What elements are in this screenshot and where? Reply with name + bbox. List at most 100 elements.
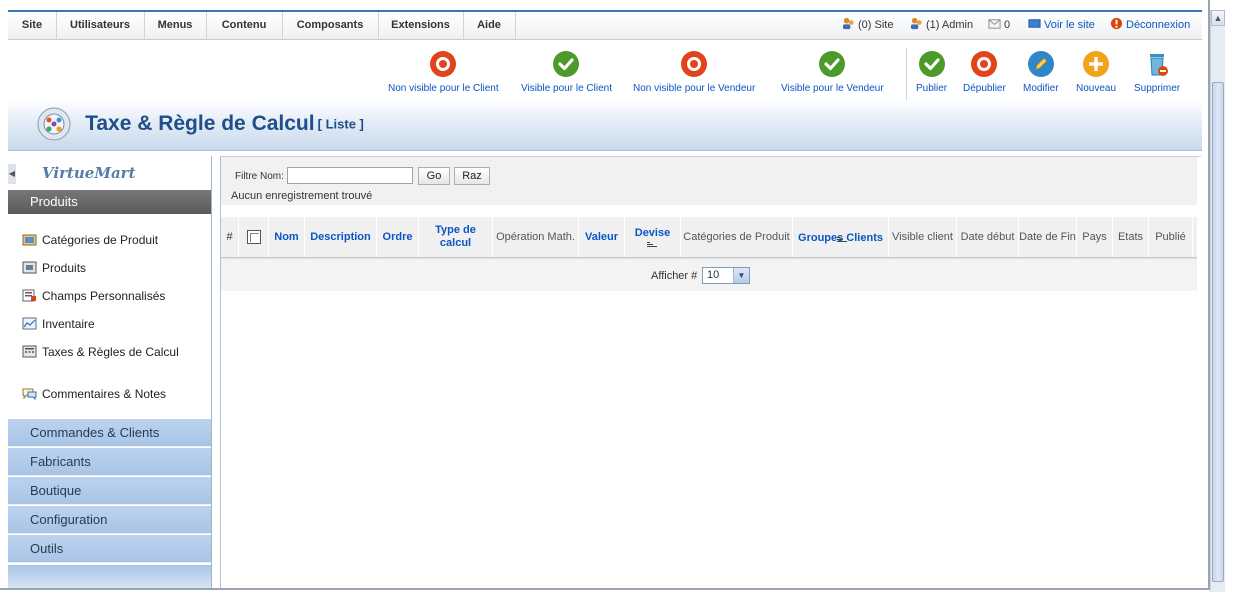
column-states: Etats	[1113, 217, 1149, 257]
custom-fields-icon	[22, 289, 36, 302]
hide-from-client-button[interactable]: Non visible pour le Client	[388, 50, 499, 94]
hide-from-vendor-label: Non visible pour le Vendeur	[633, 83, 756, 94]
tax-calculator-icon	[22, 345, 37, 358]
go-button[interactable]: Go	[418, 167, 450, 185]
sidebar-section-shop[interactable]: Boutique	[8, 477, 211, 505]
sidebar-item-label: Champs Personnalisés	[42, 289, 166, 303]
vertical-scrollbar[interactable]: ▲	[1210, 10, 1225, 592]
column-customer-groups[interactable]: Groupes Clients	[793, 217, 889, 257]
show-to-vendor-button[interactable]: Visible pour le Vendeur	[781, 50, 884, 94]
display-count-label: Afficher #	[651, 270, 698, 282]
unpublish-button[interactable]: Dépublier	[963, 50, 1006, 94]
collapse-sidebar-handle[interactable]: ◀	[8, 164, 16, 184]
sidebar: ◀ VirtueMart Produits Catégories de Prod…	[8, 156, 212, 588]
admin-window: Site Utilisateurs Menus Contenu Composan…	[0, 0, 1210, 590]
grid-header: # Nom Description Ordre Type de calcul O…	[221, 217, 1197, 258]
sidebar-item-tax-rules[interactable]: Taxes & Règles de Calcul	[22, 345, 192, 360]
sidebar-item-categories[interactable]: Catégories de Produit	[22, 233, 158, 247]
column-currency-label: Devise	[634, 226, 671, 239]
column-published: Publié	[1149, 217, 1193, 257]
edit-button[interactable]: Modifier	[1023, 50, 1059, 94]
chevron-down-icon: ▼	[733, 268, 749, 283]
sidebar-item-products[interactable]: Produits	[22, 261, 86, 275]
logout-icon	[1110, 17, 1123, 30]
hide-from-client-label: Non visible pour le Client	[388, 83, 499, 94]
view-site-label[interactable]: Voir le site	[1044, 19, 1095, 31]
column-order[interactable]: Ordre	[377, 217, 419, 257]
new-label: Nouveau	[1076, 83, 1117, 94]
column-calc-type[interactable]: Type de calcul	[419, 217, 493, 257]
sidebar-item-custom-fields[interactable]: Champs Personnalisés	[22, 289, 165, 303]
logout-link[interactable]: Déconnexion	[1110, 12, 1190, 40]
scrollbar-thumb[interactable]	[1212, 82, 1224, 582]
sidebar-footer	[8, 565, 211, 588]
reset-button[interactable]: Raz	[454, 167, 490, 185]
comments-icon	[22, 388, 37, 400]
sidebar-item-comments[interactable]: Commentaires & Notes	[22, 387, 166, 401]
sort-icon	[837, 236, 847, 242]
menu-menus[interactable]: Menus	[144, 12, 207, 40]
sidebar-section-produits[interactable]: Produits	[8, 190, 211, 214]
column-math-operation: Opération Math.	[493, 217, 579, 257]
green-check-icon	[819, 51, 846, 77]
plus-icon	[1083, 51, 1110, 77]
menu-extensions[interactable]: Extensions	[378, 12, 464, 40]
sidebar-section-configuration[interactable]: Configuration	[8, 506, 211, 534]
unpublish-label: Dépublier	[963, 83, 1006, 94]
column-value[interactable]: Valeur	[579, 217, 625, 257]
mail-icon	[988, 19, 1001, 29]
users-icon	[842, 17, 854, 30]
toolbar-separator	[906, 48, 907, 100]
red-x-icon	[971, 51, 998, 77]
site-count-label: (0) Site	[858, 19, 894, 31]
sort-icon	[646, 241, 657, 247]
show-to-client-label: Visible pour le Client	[521, 83, 612, 94]
menu-help[interactable]: Aide	[463, 12, 516, 40]
filter-name-input[interactable]	[287, 167, 413, 184]
sidebar-item-label: Taxes & Règles de Calcul	[42, 345, 179, 359]
inventory-icon	[22, 317, 37, 330]
toolbar: Non visible pour le Client Visible pour …	[8, 40, 1202, 151]
column-description[interactable]: Description	[305, 217, 377, 257]
select-all-cell	[239, 217, 269, 257]
top-menu-bar: Site Utilisateurs Menus Contenu Composan…	[8, 10, 1202, 40]
view-site-link[interactable]: Voir le site	[1028, 12, 1095, 40]
page-size-select[interactable]: 10 ▼	[702, 267, 750, 284]
admin-count-label: (1) Admin	[926, 19, 974, 31]
select-all-checkbox[interactable]	[246, 230, 261, 244]
publish-label: Publier	[916, 83, 948, 94]
column-start-date: Date début	[957, 217, 1019, 257]
no-records-message: Aucun enregistrement trouvé	[231, 190, 373, 202]
filter-label: Filtre Nom:	[235, 171, 284, 182]
logo-text: VirtueMart	[42, 164, 136, 182]
main-content: Filtre Nom: Go Raz Aucun enregistrement …	[220, 156, 1201, 588]
sidebar-section-tools[interactable]: Outils	[8, 535, 211, 563]
delete-button[interactable]: Supprimer	[1134, 50, 1180, 94]
sidebar-section-manufacturers[interactable]: Fabricants	[8, 448, 211, 476]
column-currency[interactable]: Devise	[625, 217, 681, 257]
show-to-vendor-label: Visible pour le Vendeur	[781, 83, 884, 94]
green-check-icon	[553, 51, 580, 77]
pencil-icon	[1027, 51, 1054, 77]
column-visible-client: Visible client	[889, 217, 957, 257]
admin-users-status[interactable]: (1) Admin	[910, 12, 973, 40]
column-name[interactable]: Nom	[269, 217, 305, 257]
sidebar-item-inventory[interactable]: Inventaire	[22, 317, 95, 331]
menu-users[interactable]: Utilisateurs	[56, 12, 145, 40]
scroll-up-arrow[interactable]: ▲	[1211, 10, 1225, 26]
filter-bar: Filtre Nom: Go Raz Aucun enregistrement …	[221, 157, 1197, 205]
menu-content[interactable]: Contenu	[206, 12, 283, 40]
sidebar-item-label: Inventaire	[42, 317, 95, 331]
menu-components[interactable]: Composants	[282, 12, 379, 40]
monitor-icon	[1028, 19, 1041, 28]
sidebar-section-orders[interactable]: Commandes & Clients	[8, 419, 211, 447]
menu-site[interactable]: Site	[8, 12, 57, 40]
new-button[interactable]: Nouveau	[1076, 50, 1116, 94]
messages-count: 0	[1004, 19, 1011, 31]
hide-from-vendor-button[interactable]: Non visible pour le Vendeur	[633, 50, 755, 94]
show-to-client-button[interactable]: Visible pour le Client	[521, 50, 612, 94]
logout-label[interactable]: Déconnexion	[1126, 19, 1190, 31]
site-users-status[interactable]: (0) Site	[842, 12, 893, 40]
messages-status[interactable]: 0	[988, 12, 1010, 40]
publish-button[interactable]: Publier	[916, 50, 947, 94]
